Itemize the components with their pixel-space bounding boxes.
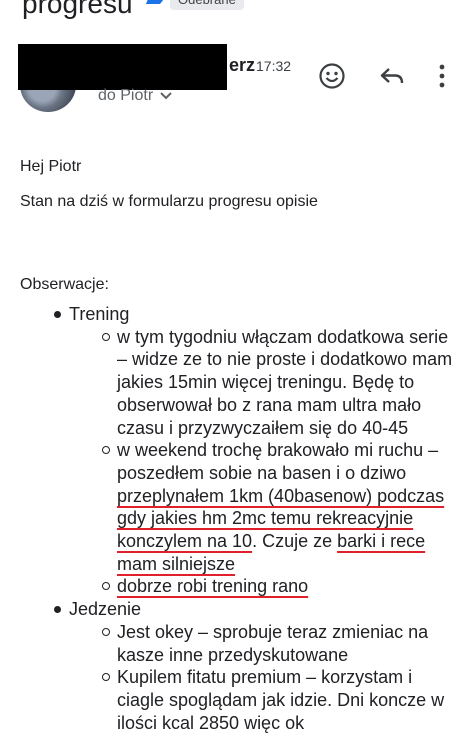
message-body: Hej Piotr Stan na dziś w formularzu prog…: [20, 155, 460, 734]
chevron-down-icon: [160, 92, 172, 100]
list-item-text: w tym tygodniu włączam dodatkowa serie –…: [117, 326, 453, 438]
topic-title: Trening: [69, 304, 130, 324]
emoji-reaction-button[interactable]: [316, 60, 348, 92]
label-marker-icon: [146, 0, 164, 4]
list-item: dobrze robi trening rano: [69, 575, 460, 598]
inbox-label-badge[interactable]: Odebrane: [170, 0, 244, 10]
redacted-sender-name: [18, 44, 227, 90]
subtopics-list: w tym tygodniu włączam dodatkowa serie –…: [69, 326, 460, 598]
message-time: 17:32: [256, 58, 292, 74]
list-item-text: Kupilem fitatu premium – korzystam i cia…: [117, 667, 445, 733]
list-item: Jedzenie Jest okey – sprobuje teraz zmie…: [20, 598, 460, 734]
list-item-text: w weekend trochę brakowało mi ruchu – po…: [117, 440, 439, 483]
section-title: Obserwacje:: [20, 276, 109, 293]
recipient-label: do Piotr: [98, 87, 154, 104]
list-item-text: . Czuje ze: [252, 531, 338, 552]
list-item: w tym tygodniu włączam dodatkowa serie –…: [69, 326, 460, 440]
greeting: Hej Piotr: [20, 158, 82, 175]
intro-text: Stan na dziś w formularzu progresu opisi…: [20, 193, 318, 210]
list-item: w weekend trochę brakowało mi ruchu – po…: [69, 439, 460, 575]
list-item-text: Jest okey – sprobuje teraz zmieniac na k…: [117, 621, 429, 665]
more-options-button[interactable]: [426, 60, 458, 92]
topic-title: Jedzenie: [69, 599, 142, 620]
more-vert-icon: [439, 64, 445, 88]
emoji-reaction-icon: [319, 63, 345, 89]
recipient-details-toggle[interactable]: do Piotr: [98, 87, 173, 105]
reply-icon: [380, 68, 404, 84]
topics-list: Trening w tym tygodniu włączam dodatkowa…: [20, 303, 460, 734]
sender-name: erz: [229, 55, 256, 75]
highlighted-text: dobrze robi trening rano: [117, 576, 309, 597]
list-item: Trening w tym tygodniu włączam dodatkowa…: [20, 303, 460, 598]
reply-button[interactable]: [376, 60, 408, 92]
subtopics-list: Jest okey – sprobuje teraz zmieniac na k…: [69, 621, 460, 735]
list-item: Kupilem fitatu premium – korzystam i cia…: [69, 666, 460, 734]
list-item: Jest okey – sprobuje teraz zmieniac na k…: [69, 621, 460, 666]
subject-title: progresu: [22, 0, 133, 19]
